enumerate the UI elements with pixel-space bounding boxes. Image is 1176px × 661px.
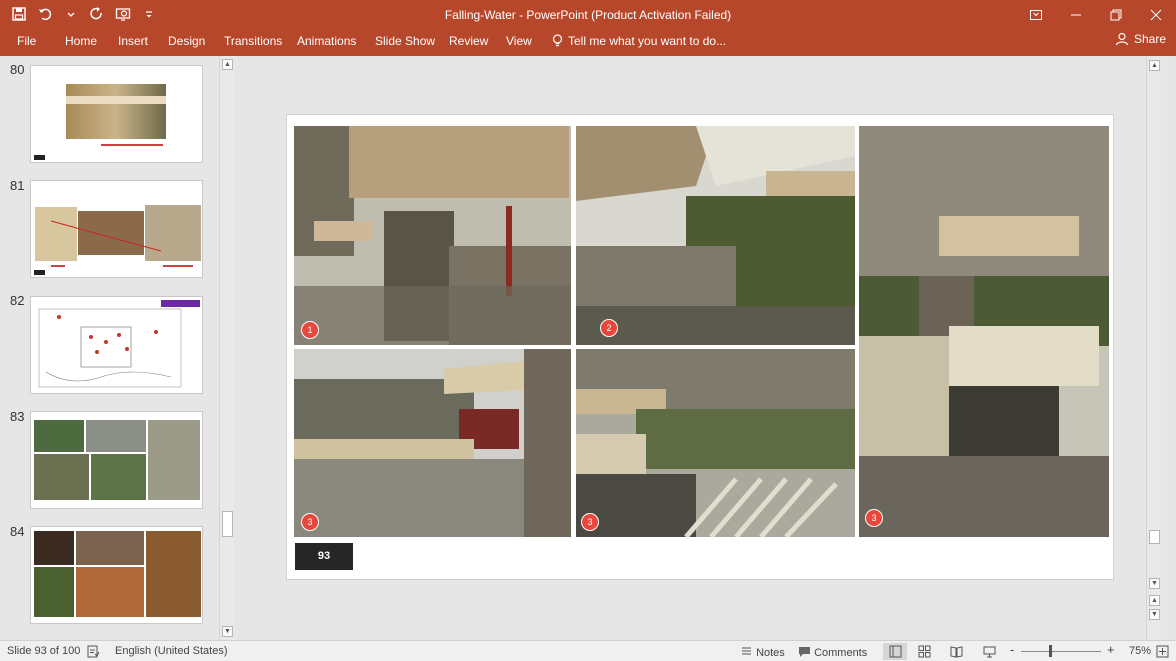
share-label: Share — [1133, 32, 1166, 46]
notes-icon — [742, 647, 751, 655]
notes-button[interactable]: Notes — [740, 645, 785, 660]
slideshow-view-icon — [983, 646, 996, 658]
thumbnail-scrollbar[interactable]: ▲ ▼ — [219, 56, 234, 640]
photo-trellis-stream[interactable]: 3 — [576, 349, 855, 537]
comment-icon — [799, 647, 810, 657]
person-icon — [1115, 32, 1129, 46]
close-icon — [1150, 9, 1162, 20]
tell-me-text: Tell me what you want to do... — [568, 34, 727, 48]
thumbnail-number: 83 — [10, 409, 25, 424]
zoom-out-button[interactable]: - — [1010, 643, 1014, 656]
slide-thumbnail-81[interactable] — [30, 180, 203, 278]
number-badge: 2 — [600, 319, 618, 337]
tab-view[interactable]: View — [506, 34, 532, 48]
zoom-slider-track[interactable] — [1021, 651, 1101, 652]
title-bar: Falling-Water - PowerPoint (Product Acti… — [0, 0, 1176, 29]
reading-view-icon — [950, 646, 963, 658]
zoom-level[interactable]: 75% — [1129, 645, 1151, 658]
spellcheck-icon — [87, 645, 100, 658]
slide-thumbnail-pane: 80 81 82 83 84 ▲ ▼ — [0, 56, 234, 640]
slide-thumbnail-84[interactable] — [30, 526, 203, 624]
tab-file[interactable]: File — [17, 34, 36, 48]
photo-plunge-pool[interactable]: 3 — [859, 126, 1109, 537]
current-slide[interactable]: 1 2 3 3 3 93 — [286, 114, 1114, 580]
normal-view-icon — [889, 645, 901, 658]
fit-to-window-icon — [1156, 645, 1169, 658]
number-badge: 3 — [581, 513, 599, 531]
scrollbar-thumb[interactable] — [222, 511, 233, 537]
slide-number-box: 93 — [295, 543, 353, 570]
language-indicator[interactable]: English (United States) — [115, 645, 228, 658]
number-badge: 1 — [301, 321, 319, 339]
scroll-up-arrow[interactable]: ▲ — [1149, 60, 1160, 71]
spelling-check-button[interactable] — [87, 645, 100, 660]
tab-animations[interactable]: Animations — [297, 34, 356, 48]
next-slide-button[interactable]: ▼ — [1149, 609, 1160, 620]
window-controls — [1016, 0, 1176, 29]
tab-home[interactable]: Home — [65, 34, 97, 48]
scroll-down-arrow[interactable]: ▼ — [1149, 578, 1160, 589]
thumbnail-number: 84 — [10, 524, 25, 539]
slide-sorter-icon — [918, 645, 931, 658]
status-bar: Slide 93 of 100 English (United States) … — [0, 640, 1176, 661]
window-title: Falling-Water - PowerPoint (Product Acti… — [444, 8, 732, 22]
slide-editor: 1 2 3 3 3 93 ▲ ▼ ▲ ▼ — [235, 56, 1161, 640]
zoom-in-button[interactable]: + — [1107, 643, 1115, 656]
thumbnail-number: 81 — [10, 178, 25, 193]
scrollbar-thumb[interactable] — [1149, 530, 1160, 544]
photo-terrace[interactable]: 3 — [294, 349, 571, 537]
restore-button[interactable] — [1096, 0, 1136, 29]
slide-sorter-button[interactable] — [918, 645, 931, 660]
comments-button[interactable]: Comments — [798, 645, 867, 660]
ribbon-tabs: File Home Insert Design Transitions Anim… — [0, 29, 1176, 56]
notes-label: Notes — [756, 647, 785, 659]
ribbon-display-options-button[interactable] — [1016, 0, 1056, 29]
photo-stairs-rhododendron[interactable]: 2 — [576, 126, 855, 345]
tab-slide-show[interactable]: Slide Show — [375, 34, 435, 48]
ribbon-options-icon — [1030, 9, 1042, 20]
zoom-slider-thumb[interactable] — [1049, 645, 1052, 657]
slide-thumbnail-80[interactable] — [30, 65, 203, 163]
tab-review[interactable]: Review — [449, 34, 488, 48]
close-button[interactable] — [1136, 0, 1176, 29]
minimize-icon — [1071, 14, 1081, 15]
scroll-up-arrow[interactable]: ▲ — [222, 59, 233, 70]
lightbulb-icon — [552, 34, 563, 47]
number-badge: 3 — [301, 513, 319, 531]
scroll-down-arrow[interactable]: ▼ — [222, 626, 233, 637]
slide-thumbnail-82[interactable] — [30, 296, 203, 394]
share-button[interactable]: Share — [1115, 32, 1166, 46]
thumbnail-number: 82 — [10, 293, 25, 308]
editor-scrollbar[interactable]: ▲ ▼ ▲ ▼ — [1146, 56, 1161, 640]
tell-me-search[interactable]: Tell me what you want to do... — [552, 34, 726, 48]
previous-slide-button[interactable]: ▲ — [1149, 595, 1160, 606]
photo-cantilever-underside[interactable]: 1 — [294, 126, 571, 345]
thumbnail-number: 80 — [10, 62, 25, 77]
reading-view-button[interactable] — [950, 645, 963, 660]
number-badge: 3 — [865, 509, 883, 527]
comments-label: Comments — [814, 647, 868, 659]
tab-insert[interactable]: Insert — [118, 34, 148, 48]
fit-slide-button[interactable] — [1156, 645, 1169, 660]
slide-show-button[interactable] — [983, 645, 996, 660]
tab-design[interactable]: Design — [168, 34, 205, 48]
tab-transitions[interactable]: Transitions — [224, 34, 282, 48]
slide-info: Slide 93 of 100 — [7, 645, 81, 657]
slide-thumbnail-83[interactable] — [30, 411, 203, 509]
normal-view-button[interactable] — [883, 643, 907, 660]
minimize-button[interactable] — [1056, 0, 1096, 29]
restore-icon — [1110, 9, 1122, 20]
